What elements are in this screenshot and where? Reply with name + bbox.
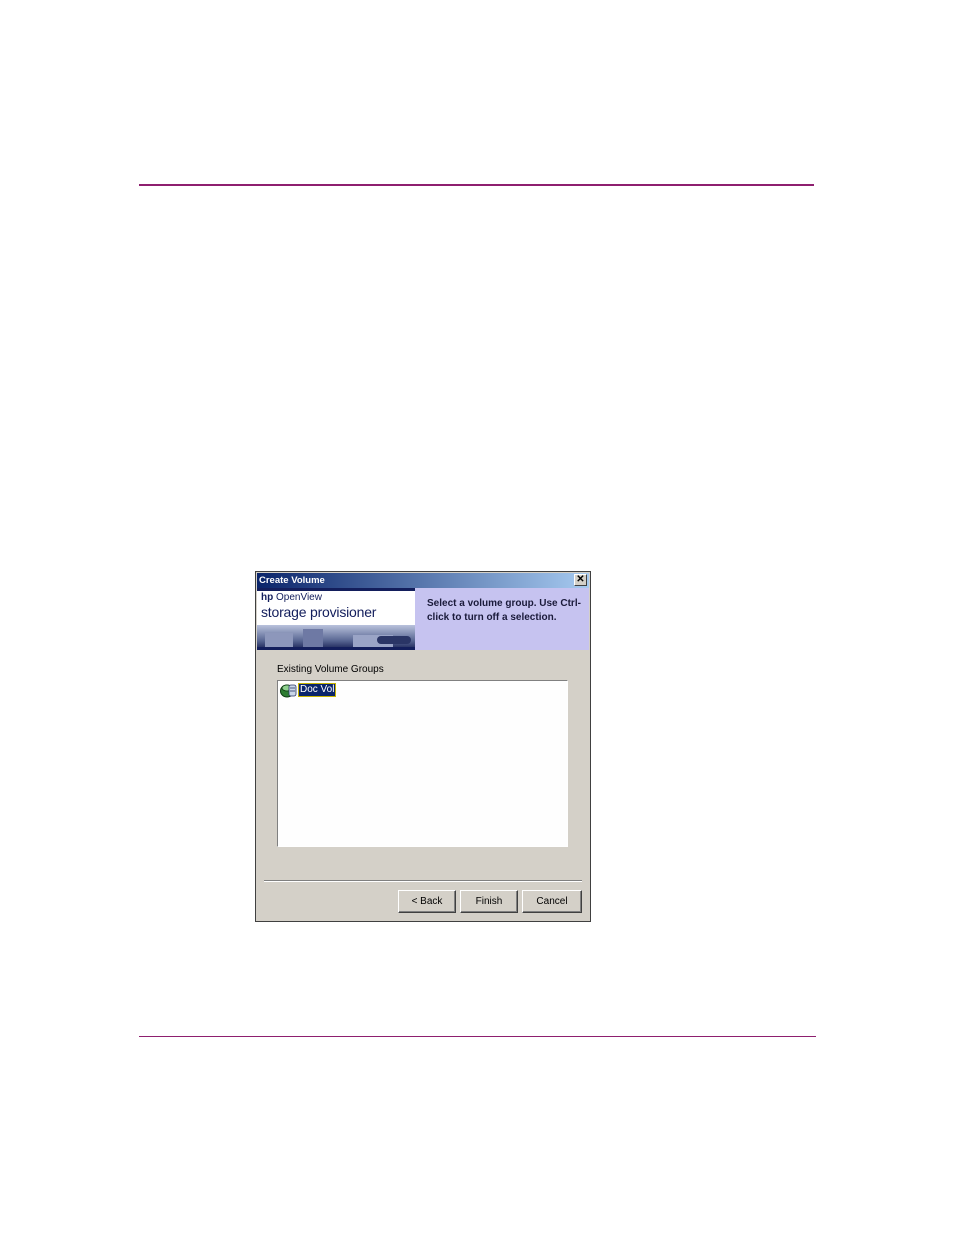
wizard-instruction: Select a volume group. Use Ctrl-click to… <box>427 598 581 623</box>
close-button[interactable]: ✕ <box>574 574 587 586</box>
product-logo: hp OpenView storage provisioner <box>257 588 415 650</box>
footer-rule <box>139 1036 816 1037</box>
create-volume-dialog: Create Volume ✕ hp OpenView storage prov… <box>255 571 591 922</box>
back-button[interactable]: < Back <box>398 890 456 913</box>
logo-name: storage provisioner <box>261 604 377 620</box>
logo-brand: hp <box>261 592 274 603</box>
finish-button[interactable]: Finish <box>460 890 518 913</box>
button-separator <box>264 880 582 882</box>
banner-photo <box>257 625 415 647</box>
wizard-banner: hp OpenView storage provisioner Select a… <box>257 588 589 650</box>
volume-group-label: Doc Vol <box>297 683 337 697</box>
cancel-button[interactable]: Cancel <box>522 890 582 913</box>
dialog-title: Create Volume <box>259 575 325 586</box>
logo-product: OpenView <box>276 592 322 603</box>
volume-group-list[interactable]: Doc Vol <box>277 680 568 847</box>
volume-group-icon <box>279 682 297 698</box>
list-item[interactable]: Doc Vol <box>279 682 337 698</box>
title-bar[interactable]: Create Volume ✕ <box>257 573 589 588</box>
header-rule <box>139 184 814 186</box>
existing-volume-groups-label: Existing Volume Groups <box>277 664 384 675</box>
close-icon: ✕ <box>576 574 585 585</box>
